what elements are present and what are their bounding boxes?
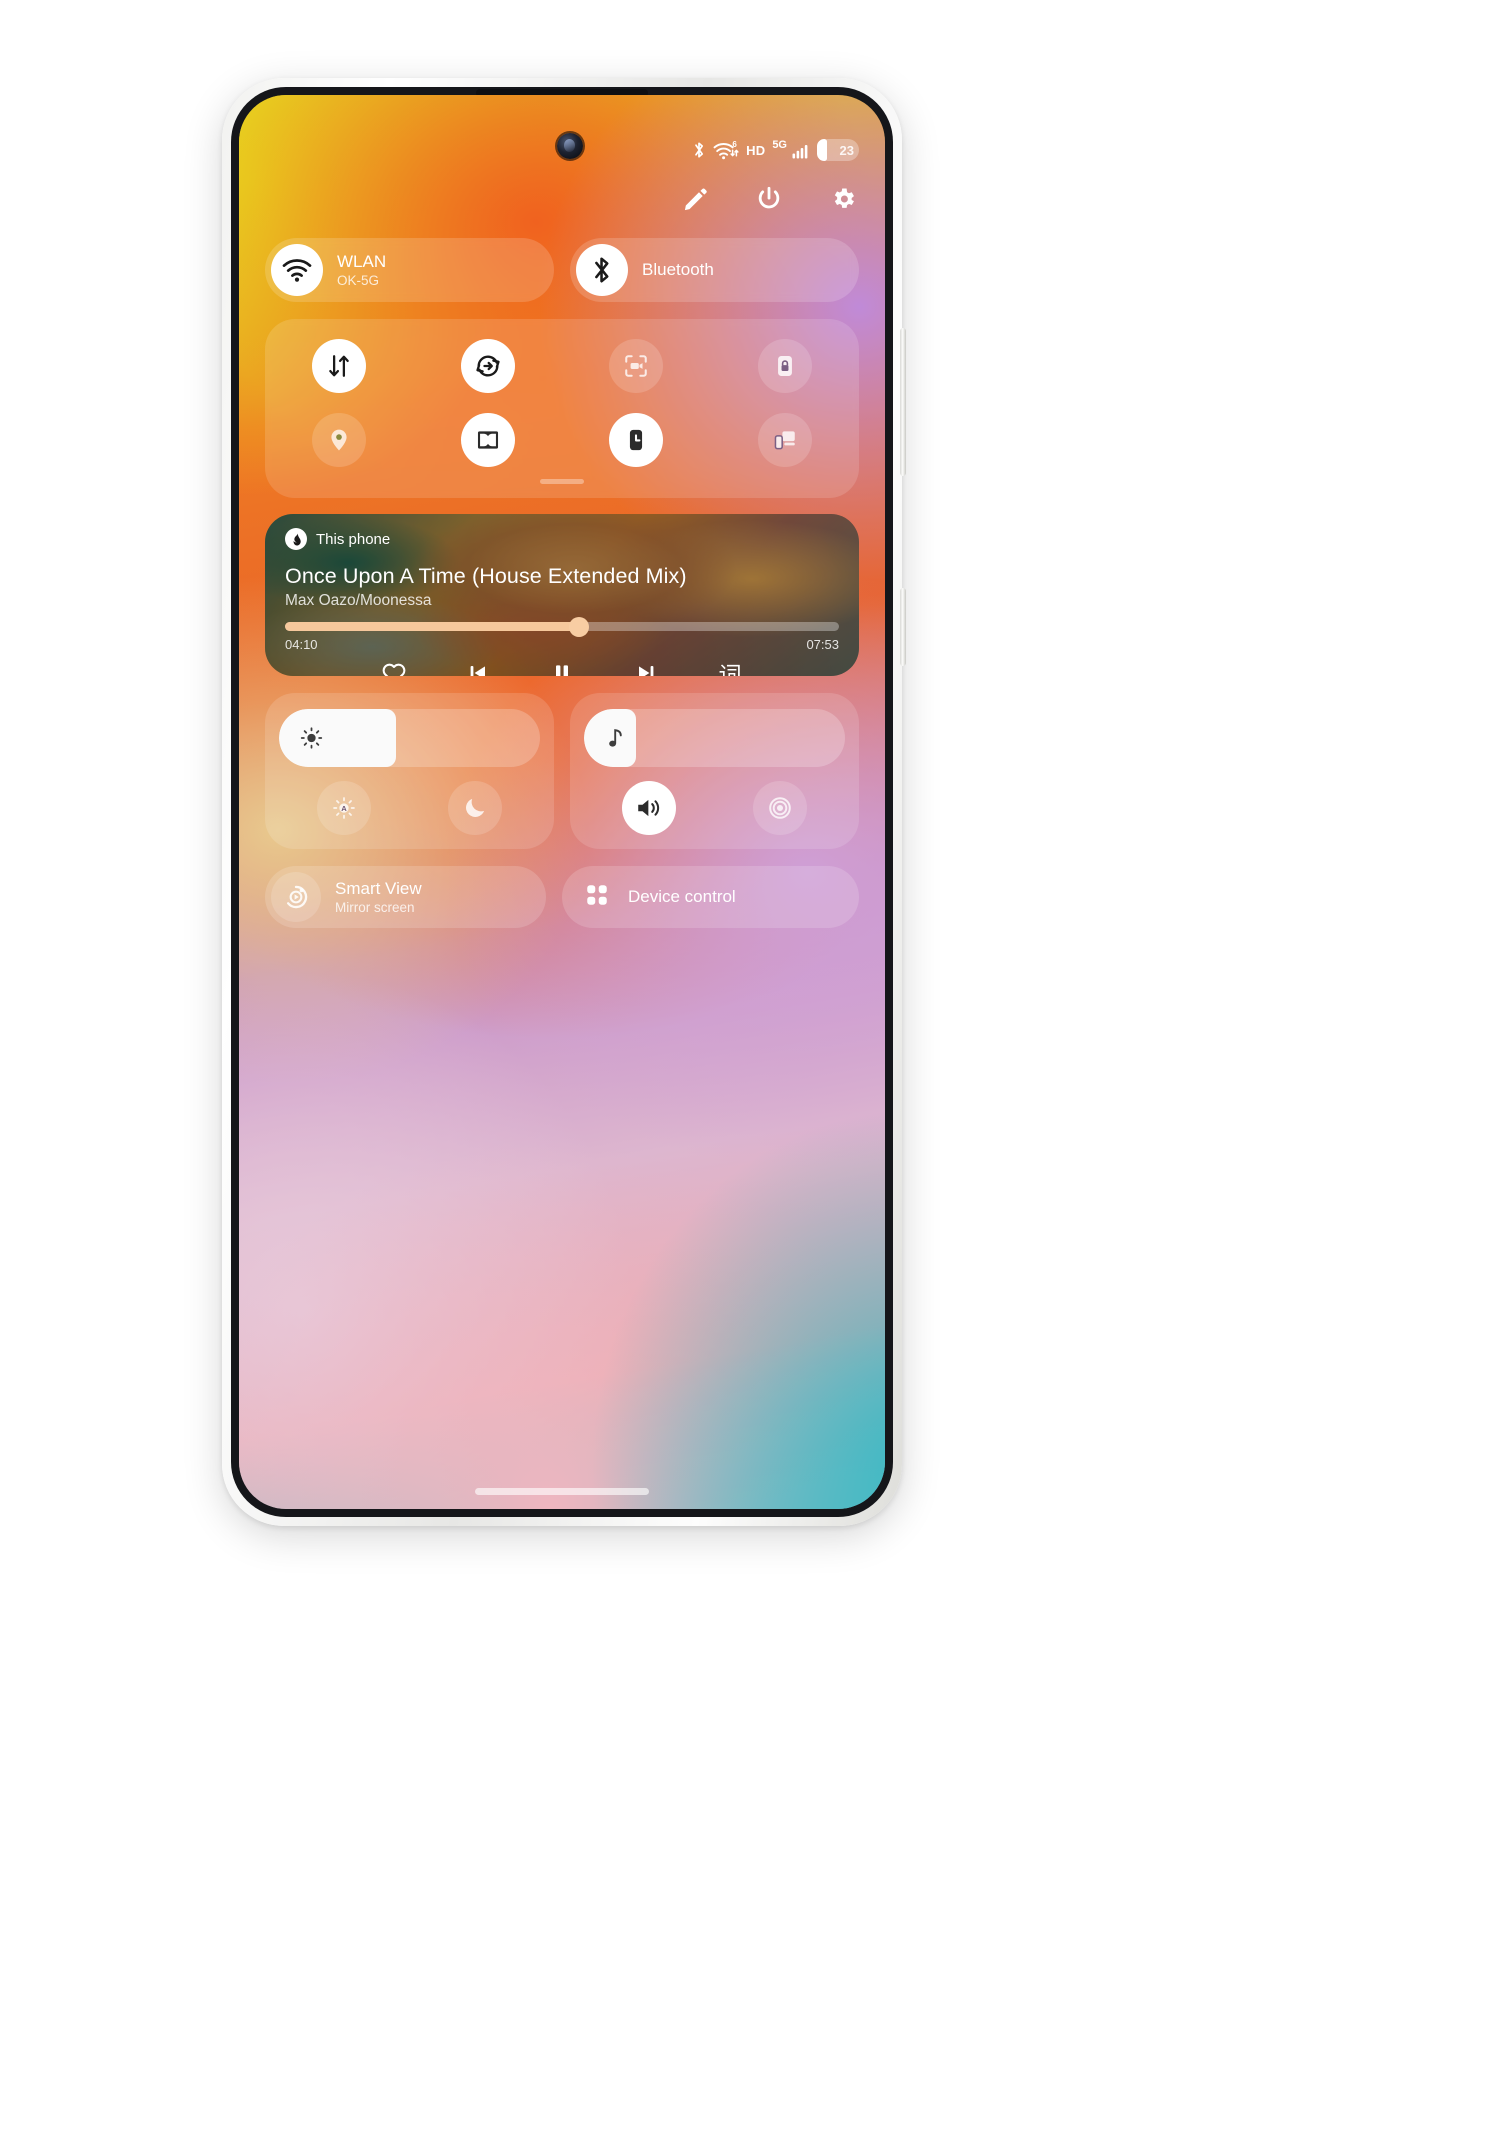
expand-handle[interactable]: [540, 479, 584, 484]
toggle-screen-cast[interactable]: [757, 413, 812, 467]
music-app-icon: [285, 528, 307, 550]
toggle-vibration-mode[interactable]: [752, 781, 807, 835]
connectivity-tiles: WLAN OK-5G Bluetooth: [265, 238, 859, 302]
toggle-cell: [562, 339, 711, 393]
toggle-screen-lock[interactable]: [757, 339, 812, 393]
bluetooth-icon: [576, 244, 628, 296]
toggle-cell: [711, 413, 860, 467]
tile-bluetooth[interactable]: Bluetooth: [570, 238, 859, 302]
toggle-sound-mode[interactable]: [622, 781, 677, 835]
media-times: 04:10 07:53: [285, 637, 839, 652]
media-source[interactable]: This phone: [285, 528, 839, 550]
bluetooth-text: Bluetooth: [642, 260, 714, 279]
home-indicator[interactable]: [475, 1488, 649, 1495]
bluetooth-icon: [692, 140, 706, 160]
svg-text:A: A: [342, 804, 348, 813]
next-track-icon[interactable]: [631, 658, 661, 676]
media-content: This phone Once Upon A Time (House Exten…: [265, 514, 859, 676]
toggle-cell: [414, 413, 563, 467]
wlan-network-name: OK-5G: [337, 272, 380, 288]
toggle-cell: [414, 339, 563, 393]
toggle-grid-card: [265, 319, 859, 498]
media-duration-time: 07:53: [806, 637, 839, 652]
signal-bars-icon: [792, 141, 810, 159]
wlan-text: WLAN OK-5G: [337, 252, 386, 288]
bottom-tiles: Smart View Mirror screen Device control: [265, 866, 859, 928]
battery-indicator: 23: [817, 139, 859, 161]
wlan-title: WLAN: [337, 251, 387, 271]
edit-pencil-icon[interactable]: [679, 183, 711, 215]
media-title: Once Upon A Time (House Extended Mix): [285, 564, 687, 588]
screenshot-root: 6 HD 5G 23 WLAN OK-5G Bluetooth This pho…: [0, 0, 1505, 2134]
smart-view-title: Smart View: [335, 878, 422, 898]
toggle-screen-recorder[interactable]: [609, 339, 664, 393]
front-camera: [557, 133, 583, 159]
toggle-dolby-atmos[interactable]: [460, 413, 515, 467]
wifi-icon: [271, 244, 323, 296]
volume-card: [570, 693, 859, 849]
media-source-label: This phone: [316, 530, 391, 548]
media-progress-slider[interactable]: [285, 616, 839, 637]
smart-view-icon: [271, 872, 321, 922]
media-progress-fill: [285, 622, 579, 631]
quick-settings-header: [679, 183, 859, 215]
lyrics-icon[interactable]: 词: [715, 658, 745, 676]
svg-text:6: 6: [733, 140, 738, 149]
volume-slider[interactable]: [584, 709, 845, 767]
smart-view-subtitle: Mirror screen: [335, 899, 415, 915]
toggle-screen-time[interactable]: [609, 413, 664, 467]
toggle-auto-brightness[interactable]: A: [317, 781, 372, 835]
tile-smart-view[interactable]: Smart View Mirror screen: [265, 866, 546, 928]
toggle-auto-rotate[interactable]: [460, 339, 515, 393]
quick-settings-panel: WLAN OK-5G Bluetooth This phone Once Upo…: [265, 238, 859, 928]
brightness-slider[interactable]: [279, 709, 540, 767]
phone-screen: 6 HD 5G 23 WLAN OK-5G Bluetooth This pho…: [239, 95, 885, 1509]
smart-view-text: Smart View Mirror screen: [335, 879, 422, 915]
brightness-fill: [279, 709, 397, 767]
toggle-grid: [265, 339, 859, 467]
tile-device-control[interactable]: Device control: [562, 866, 859, 928]
media-elapsed-time: 04:10: [285, 637, 318, 652]
battery-fill: [817, 139, 827, 161]
previous-track-icon[interactable]: [463, 658, 493, 676]
power-side-button[interactable]: [900, 588, 906, 666]
battery-percent-label: 23: [839, 142, 854, 158]
wifi-6-icon: 6: [713, 140, 739, 160]
toggle-cell: [562, 413, 711, 467]
brightness-buttons: A: [279, 781, 540, 835]
toggle-location[interactable]: [312, 413, 367, 467]
grid-dots-icon: [584, 882, 610, 913]
brightness-card: A: [265, 693, 554, 849]
toggle-cell: [265, 339, 414, 393]
brightness-icon: [299, 726, 324, 751]
volume-rocker-button[interactable]: [900, 328, 906, 476]
media-player-card[interactable]: This phone Once Upon A Time (House Exten…: [265, 514, 859, 676]
hd-voice-label: HD: [746, 142, 766, 158]
toggle-cell: [711, 339, 860, 393]
volume-buttons: [584, 781, 845, 835]
music-note-icon: [606, 726, 628, 750]
bluetooth-title: Bluetooth: [642, 260, 714, 280]
toggle-cell: [265, 413, 414, 467]
media-controls: 词: [285, 658, 839, 676]
device-control-title: Device control: [628, 887, 736, 906]
media-artist: Max Oazo/Moonessa: [285, 592, 432, 609]
settings-gear-icon[interactable]: [827, 183, 859, 215]
toggle-mobile-data[interactable]: [312, 339, 367, 393]
toggle-dark-mode[interactable]: [447, 781, 502, 835]
tile-wlan[interactable]: WLAN OK-5G: [265, 238, 554, 302]
network-type-label: 5G: [772, 139, 787, 151]
power-icon[interactable]: [753, 183, 785, 215]
phone-device: 6 HD 5G 23 WLAN OK-5G Bluetooth This pho…: [222, 78, 906, 1526]
pause-icon[interactable]: [547, 658, 577, 676]
media-progress-knob[interactable]: [568, 616, 589, 637]
favorite-heart-icon[interactable]: [379, 658, 409, 676]
slider-cards: A: [265, 693, 859, 849]
